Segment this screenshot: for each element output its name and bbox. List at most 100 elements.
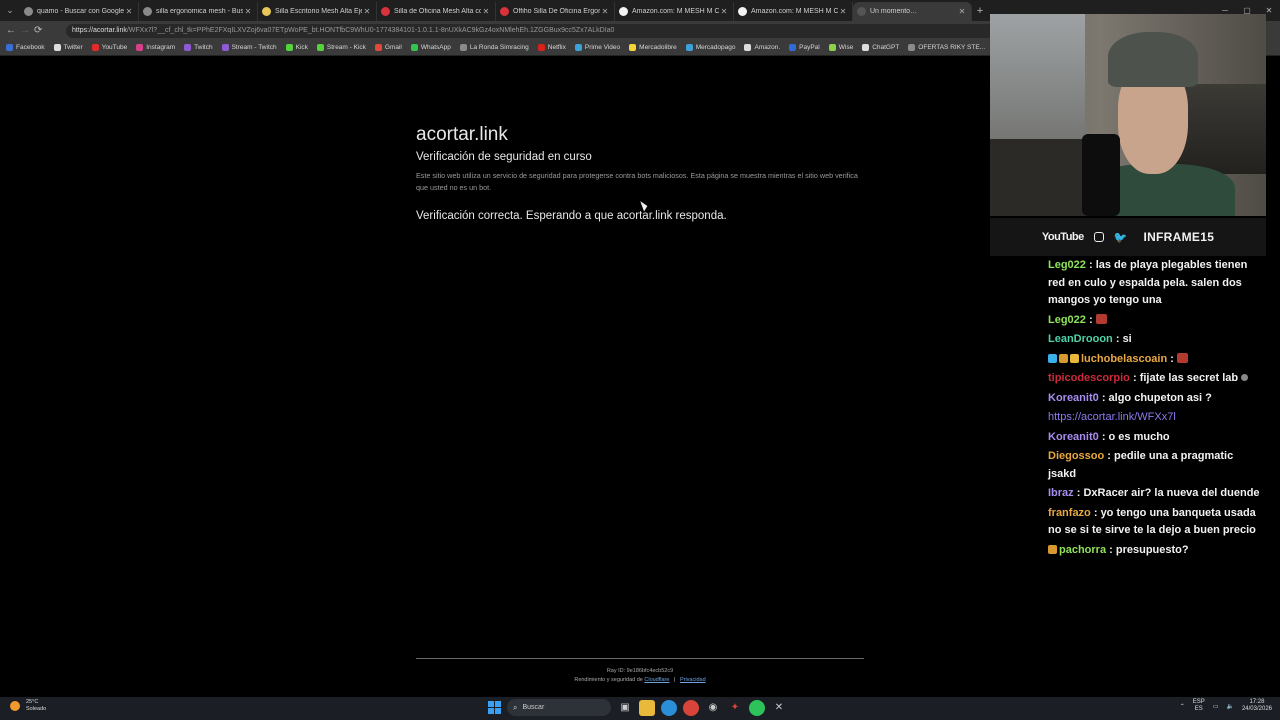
webcam-overlay bbox=[990, 14, 1266, 216]
new-tab-button[interactable]: + bbox=[972, 5, 988, 17]
bookmark-label: PayPal bbox=[799, 44, 820, 51]
bookmark-icon bbox=[574, 44, 582, 51]
launcher-icon[interactable]: ✦ bbox=[727, 700, 743, 716]
bookmark-item[interactable]: Gmail bbox=[374, 44, 402, 51]
browser-tab[interactable]: Silla Escritorio Mesh Alta Ejecutiva✕ bbox=[258, 2, 377, 21]
network-icon[interactable]: ▭ bbox=[1213, 703, 1219, 710]
volume-icon[interactable]: 🔈 bbox=[1226, 703, 1233, 710]
chat-username[interactable]: LeanDrooon bbox=[1048, 333, 1113, 345]
bookmark-item[interactable]: Amazon. bbox=[744, 44, 780, 51]
tab-favicon-icon bbox=[500, 7, 509, 16]
chat-username[interactable]: Leg022 bbox=[1048, 314, 1086, 326]
cloudflare-link[interactable]: Cloudflare bbox=[644, 677, 669, 683]
bookmark-item[interactable]: La Ronda Simracing bbox=[459, 44, 529, 51]
browser-tab[interactable]: Amazon.com: M MESH M CHAIR✕ bbox=[734, 2, 853, 21]
url-host: https://acortar.link bbox=[72, 27, 127, 34]
bookmark-label: Gmail bbox=[384, 44, 402, 51]
chat-badge-icon bbox=[1070, 353, 1079, 363]
chat-badge-icon bbox=[1059, 353, 1068, 363]
bookmark-item[interactable]: Prime Video bbox=[574, 44, 620, 51]
close-tab-icon[interactable]: ✕ bbox=[481, 7, 491, 16]
browser-tab[interactable]: silla ergonomica mesh - Buscar co✕ bbox=[139, 2, 258, 21]
windows-start-icon[interactable] bbox=[488, 701, 501, 714]
browser-tab[interactable]: quamo - Buscar con Google ✕ bbox=[20, 2, 139, 21]
chat-username[interactable]: franfazo bbox=[1048, 507, 1091, 519]
steam-icon[interactable]: ◉ bbox=[705, 700, 721, 716]
tools-icon[interactable]: ✕ bbox=[771, 700, 787, 716]
close-tab-icon[interactable]: ✕ bbox=[600, 7, 610, 16]
close-tab-icon[interactable]: ✕ bbox=[838, 7, 848, 16]
bookmark-label: ChatGPT bbox=[872, 44, 900, 51]
chat-username[interactable]: Diegossoo bbox=[1048, 450, 1104, 462]
bookmark-item[interactable]: Wise bbox=[828, 44, 853, 51]
chat-username[interactable]: pachorra bbox=[1059, 544, 1106, 556]
bookmark-label: Stream - Twitch bbox=[231, 44, 277, 51]
file-explorer-icon[interactable] bbox=[639, 699, 655, 716]
chat-username[interactable]: Leg022 bbox=[1048, 259, 1086, 271]
forward-icon[interactable]: → bbox=[20, 25, 34, 36]
tab-search-icon[interactable]: ⌄ bbox=[0, 0, 20, 21]
tray-chevron-icon[interactable]: ⌃ bbox=[1180, 703, 1185, 710]
address-bar[interactable]: https://acortar.link/WFXx7l?__cf_chl_tk=… bbox=[66, 23, 1016, 38]
browser-tab[interactable]: Silla de Oficina Mesh Alta con Ap✕ bbox=[377, 2, 496, 21]
task-view-icon[interactable]: ▣ bbox=[617, 700, 633, 716]
chat-badge-icon bbox=[1048, 544, 1057, 554]
reload-icon[interactable]: ⟳ bbox=[34, 25, 48, 36]
chat-username[interactable]: Koreanit0 bbox=[1048, 392, 1099, 404]
spotify-icon[interactable] bbox=[749, 699, 765, 716]
chat-link[interactable]: https://acortar.link/WFXx7l bbox=[1048, 411, 1176, 423]
chrome-icon[interactable] bbox=[683, 699, 699, 716]
bookmark-item[interactable]: Mercadopago bbox=[685, 44, 735, 51]
chat-message: LeanDrooon : si bbox=[1044, 331, 1264, 351]
tab-title: Amazon.com: M MESH M CHAIR bbox=[632, 8, 719, 15]
bookmark-item[interactable]: OFERTAS RIKY STE... bbox=[908, 44, 985, 51]
close-tab-icon[interactable]: ✕ bbox=[124, 7, 134, 16]
bookmark-icon bbox=[789, 44, 797, 51]
close-tab-icon[interactable]: ✕ bbox=[362, 7, 372, 16]
language-indicator[interactable]: ESP ES bbox=[1193, 699, 1205, 713]
bookmark-item[interactable]: Twitter bbox=[53, 44, 83, 51]
search-placeholder: Buscar bbox=[522, 704, 545, 711]
bookmark-item[interactable]: Stream - Kick bbox=[316, 44, 366, 51]
back-icon[interactable]: ← bbox=[6, 25, 20, 36]
chat-message: Leg022 : las de playa plegables tienen r… bbox=[1044, 257, 1264, 312]
bookmark-item[interactable]: Instagram bbox=[136, 44, 175, 51]
bookmark-item[interactable]: WhatsApp bbox=[410, 44, 451, 51]
browser-tab[interactable]: Amazon.com: M MESH M CHAIR✕ bbox=[615, 2, 734, 21]
page-description: Este sitio web utiliza un servicio de se… bbox=[416, 171, 858, 192]
system-tray: ⌃ ESP ES ▭ 🔈 17:28 24/03/2026 bbox=[1180, 699, 1272, 713]
browser-tab[interactable]: Offiho Silla De Oficina Ergonómic✕ bbox=[496, 2, 615, 21]
twitter-icon: 🐦 bbox=[1113, 231, 1128, 244]
chat-text: : si bbox=[1115, 333, 1132, 345]
close-tab-icon[interactable]: ✕ bbox=[243, 7, 253, 16]
youtube-logo: YouTube bbox=[1041, 231, 1084, 243]
weather-widget[interactable]: 25°C Soleado bbox=[10, 699, 46, 713]
bookmark-item[interactable]: Facebook bbox=[6, 44, 45, 51]
bookmark-icon bbox=[685, 44, 693, 51]
browser-tab[interactable]: Un momento… ✕ bbox=[853, 2, 972, 21]
bookmark-icon bbox=[744, 44, 752, 51]
taskbar-search[interactable]: ⌕ Buscar bbox=[507, 699, 611, 716]
bookmark-item[interactable]: PayPal bbox=[789, 44, 820, 51]
bookmark-item[interactable]: Kick bbox=[285, 44, 308, 51]
bookmark-item[interactable]: ChatGPT bbox=[862, 44, 899, 51]
close-tab-icon[interactable]: ✕ bbox=[719, 7, 729, 16]
close-tab-icon[interactable]: ✕ bbox=[957, 7, 967, 16]
chat-message: Leg022 : bbox=[1044, 312, 1264, 332]
privacy-link[interactable]: Privacidad bbox=[680, 677, 706, 683]
bookmark-item[interactable]: Mercadolibre bbox=[629, 44, 677, 51]
streamer-cap bbox=[1108, 32, 1198, 87]
weather-condition: Soleado bbox=[26, 706, 47, 712]
bookmark-item[interactable]: Twitch bbox=[184, 44, 213, 51]
bookmark-label: La Ronda Simracing bbox=[469, 44, 529, 51]
bookmark-item[interactable]: YouTube bbox=[91, 44, 127, 51]
chat-username[interactable]: luchobelascoain bbox=[1081, 353, 1167, 365]
chat-username[interactable]: Koreanit0 bbox=[1048, 431, 1099, 443]
chat-username[interactable]: Ibraz bbox=[1048, 487, 1074, 499]
tab-favicon-icon bbox=[262, 7, 271, 16]
bookmark-item[interactable]: Netflix bbox=[537, 44, 566, 51]
clock[interactable]: 17:28 24/03/2026 bbox=[1242, 699, 1272, 713]
chat-username[interactable]: tipicodescorpio bbox=[1048, 372, 1130, 384]
edge-icon[interactable] bbox=[661, 699, 677, 716]
bookmark-item[interactable]: Stream - Twitch bbox=[221, 44, 277, 51]
